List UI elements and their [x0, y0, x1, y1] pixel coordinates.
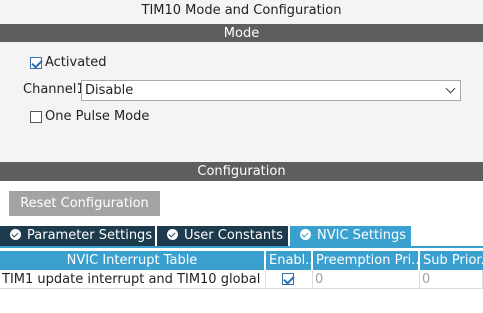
table-row-preemption[interactable]: 0	[313, 270, 420, 289]
table-row-enabled-cell[interactable]	[266, 270, 313, 289]
channel1-label: Channel1	[23, 82, 85, 97]
check-circle-icon	[300, 229, 311, 240]
chevron-down-icon	[445, 83, 456, 94]
tab-user-constants[interactable]: User Constants	[157, 226, 288, 246]
column-header-enabled[interactable]: Enabl...	[266, 251, 311, 270]
channel1-value: Disable	[85, 83, 134, 98]
one-pulse-checkbox[interactable]	[30, 111, 42, 123]
check-circle-icon	[10, 229, 21, 240]
activated-checkbox[interactable]	[30, 57, 42, 69]
check-circle-icon	[167, 229, 178, 240]
tab-label: NVIC Settings	[317, 228, 406, 243]
window-title: TIM10 Mode and Configuration	[141, 3, 342, 18]
mode-section-header: Mode	[0, 24, 483, 43]
tab-label: Parameter Settings	[27, 228, 153, 243]
one-pulse-label: One Pulse Mode	[45, 109, 150, 124]
table-row-interrupt-name[interactable]: TIM1 update interrupt and TIM10 global i…	[0, 270, 266, 289]
channel1-select[interactable]: Disable	[81, 80, 461, 101]
configuration-section-header: Configuration	[0, 162, 483, 181]
column-header-sub-priority[interactable]: Sub Prior...	[420, 251, 483, 270]
tab-underline	[0, 246, 483, 248]
column-header-interrupt[interactable]: NVIC Interrupt Table	[0, 251, 264, 270]
tab-parameter-settings[interactable]: Parameter Settings	[0, 226, 155, 246]
activated-label: Activated	[45, 55, 107, 70]
reset-configuration-button[interactable]: Reset Configuration	[9, 191, 160, 216]
column-header-preemption[interactable]: Preemption Pri...	[313, 251, 418, 270]
tab-nvic-settings[interactable]: NVIC Settings	[290, 226, 411, 246]
enabled-checkbox[interactable]	[282, 273, 294, 285]
tab-label: User Constants	[184, 228, 283, 243]
table-row-sub-priority[interactable]: 0	[420, 270, 483, 289]
